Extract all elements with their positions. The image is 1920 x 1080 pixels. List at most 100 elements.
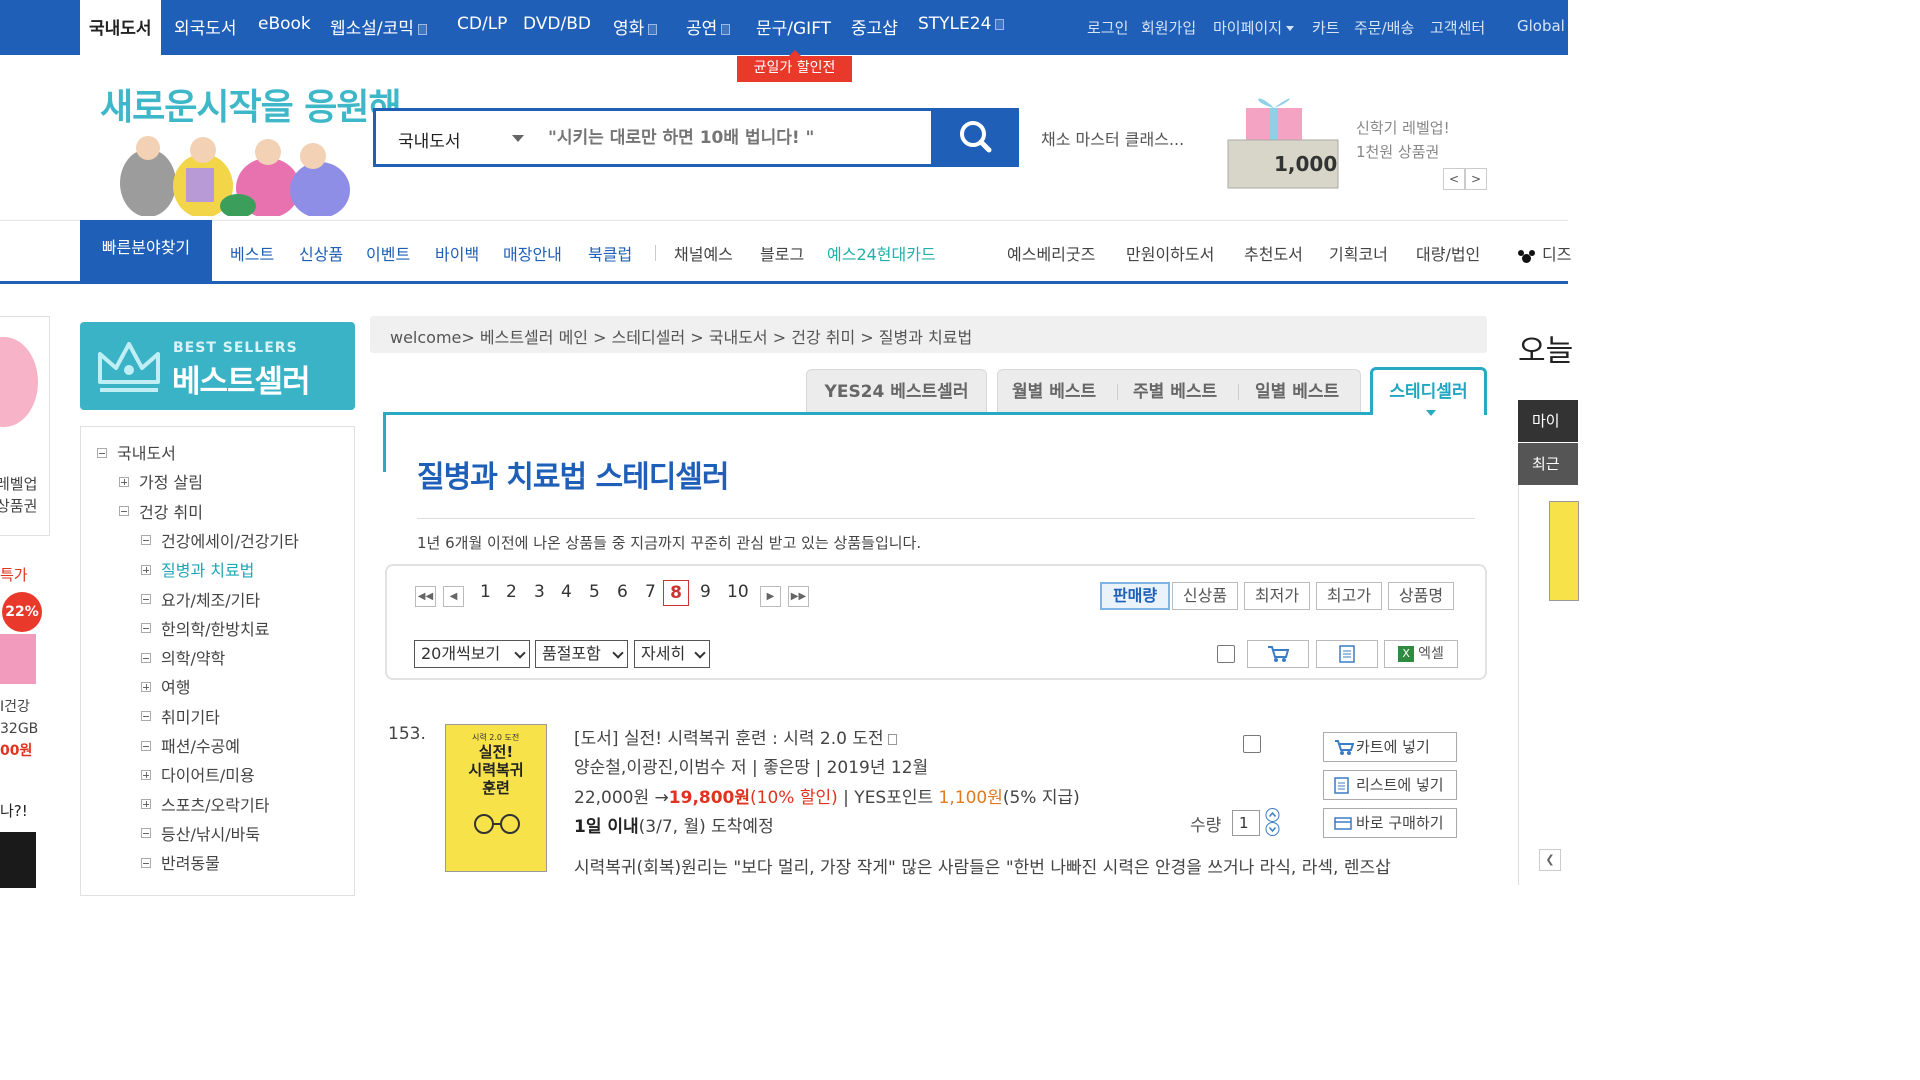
select-all-checkbox[interactable] — [1217, 645, 1235, 663]
cat-new[interactable]: 신상품 — [299, 241, 343, 265]
util-global[interactable]: Global — [1517, 17, 1565, 35]
recent-book-thumb[interactable] — [1549, 501, 1579, 601]
quantity-stepper[interactable] — [1264, 808, 1281, 836]
recommended-keyword[interactable]: 채소 마스터 클래스... — [1041, 126, 1184, 150]
expand-icon[interactable] — [141, 681, 151, 692]
page-link[interactable]: 4 — [561, 582, 572, 602]
page-link[interactable]: 6 — [617, 582, 628, 602]
page-link[interactable]: 5 — [589, 582, 600, 602]
view-mode-select[interactable]: 자세히 — [634, 640, 710, 668]
tree-item[interactable]: 스포츠/오락기타 — [141, 792, 269, 816]
recent-items-button[interactable]: 최근 — [1518, 443, 1578, 485]
buy-now-button[interactable]: 바로 구매하기 — [1323, 808, 1457, 838]
expand-icon[interactable] — [141, 769, 151, 780]
tab-steady-seller[interactable]: 스테디셀러 — [1370, 367, 1487, 416]
sort-highest-price[interactable]: 최고가 — [1316, 582, 1382, 610]
cat-disney[interactable]: 디즈 — [1518, 241, 1571, 265]
promo-prev-button[interactable]: < — [1443, 168, 1465, 190]
gnb-performance[interactable]: 공연 — [686, 14, 731, 39]
tab-weekly-best[interactable]: 주별 베스트 — [1133, 370, 1217, 414]
campaign-logo[interactable]: 새로운시작을 응원해 — [100, 78, 402, 130]
left-edge-banner[interactable]: 레벨업 상품권 — [0, 316, 50, 536]
page-current[interactable]: 8 — [663, 580, 689, 606]
search-input[interactable] — [548, 119, 928, 157]
page-link[interactable]: 2 — [506, 582, 517, 602]
book-cover-image[interactable]: 시력 2.0 도전 실전! 시력복귀 훈련 — [445, 724, 547, 872]
collapse-icon[interactable] — [141, 535, 151, 546]
tab-monthly-best[interactable]: 월별 베스트 — [1012, 370, 1096, 414]
util-signup[interactable]: 회원가입 — [1141, 17, 1196, 38]
my-menu-button[interactable]: 마이 — [1518, 400, 1578, 442]
cat-buyback[interactable]: 바이백 — [435, 241, 479, 265]
tree-item[interactable]: 건강 취미 — [119, 499, 203, 523]
page-link[interactable]: 3 — [534, 582, 545, 602]
collapse-icon[interactable] — [141, 828, 151, 839]
collapse-icon[interactable] — [141, 857, 151, 868]
bulk-cart-button[interactable] — [1247, 640, 1309, 668]
gnb-dvd-bd[interactable]: DVD/BD — [523, 14, 591, 34]
gnb-style24[interactable]: STYLE24 — [918, 14, 1005, 34]
quick-category-finder[interactable]: 빠른분야찾기 — [80, 220, 212, 284]
sale-event-badge[interactable]: 균일가 할인전 — [737, 50, 852, 82]
left-edge-deal[interactable]: 특가 22% I건강 32GB 00원 나?! — [0, 548, 50, 888]
cat-channel-yes[interactable]: 채널예스 — [674, 241, 733, 265]
quantity-input[interactable]: 1 — [1232, 810, 1260, 836]
promo-text[interactable]: 신학기 레벨업! 1천원 상품권 — [1356, 116, 1450, 164]
collapse-icon[interactable] — [141, 594, 151, 604]
tree-item[interactable]: 패션/수공예 — [141, 733, 240, 757]
page-link[interactable]: 10 — [727, 582, 749, 602]
tree-item[interactable]: 가정 살림 — [119, 469, 203, 493]
tree-item[interactable]: 질병과 치료법 — [141, 557, 254, 581]
cat-goods[interactable]: 예스베리굿즈 — [1007, 241, 1095, 265]
search-category-select[interactable]: 국내도서 — [398, 127, 461, 152]
tree-item[interactable]: 요가/체조/기타 — [141, 587, 260, 611]
cat-hyundai-card[interactable]: 예스24현대카드 — [827, 241, 936, 265]
tree-item[interactable]: 여행 — [141, 674, 190, 698]
page-link[interactable]: 9 — [700, 582, 711, 602]
bestseller-banner[interactable]: BEST SELLERS 베스트셀러 — [80, 322, 355, 410]
page-link[interactable]: 7 — [645, 582, 656, 602]
first-page-button[interactable]: ◀◀ — [415, 586, 436, 607]
prev-page-button[interactable]: ◀ — [443, 586, 464, 607]
collapse-icon[interactable] — [141, 652, 151, 663]
expand-icon[interactable] — [141, 799, 151, 810]
add-to-cart-button[interactable]: 카트에 넣기 — [1323, 732, 1457, 762]
cat-bookclub[interactable]: 북클럽 — [588, 241, 632, 265]
bulk-list-button[interactable] — [1316, 640, 1378, 668]
breadcrumb[interactable]: welcome> 베스트셀러 메인 > 스테디셀러 > 국내도서 > 건강 취미… — [370, 316, 1487, 353]
gnb-foreign-books[interactable]: 외국도서 — [174, 14, 237, 39]
cat-blog[interactable]: 블로그 — [760, 241, 804, 265]
tree-item[interactable]: 반려동물 — [141, 850, 220, 874]
collapse-icon[interactable] — [119, 506, 129, 517]
sort-lowest-price[interactable]: 최저가 — [1244, 582, 1310, 610]
util-login[interactable]: 로그인 — [1087, 17, 1128, 38]
collapse-icon[interactable] — [141, 623, 151, 634]
tree-item[interactable]: 건강에세이/건강기타 — [141, 528, 299, 552]
add-to-list-button[interactable]: 리스트에 넣기 — [1323, 770, 1457, 800]
cat-store-info[interactable]: 매장안내 — [503, 241, 562, 265]
collapse-icon[interactable] — [141, 711, 151, 722]
tree-item[interactable]: 국내도서 — [97, 440, 176, 464]
prev-arrow-button[interactable]: ❮ — [1539, 849, 1561, 871]
cat-event[interactable]: 이벤트 — [366, 241, 410, 265]
next-page-button[interactable]: ▶ — [760, 586, 781, 607]
gnb-stationery-gift[interactable]: 문구/GIFT — [756, 14, 831, 39]
product-author-publisher[interactable]: 양순철,이광진,이범수 저 | 좋은땅 | 2019년 12월 — [574, 753, 928, 778]
voucher-promo-image[interactable]: 1,000 — [1226, 90, 1340, 190]
gnb-movie[interactable]: 영화 — [613, 14, 658, 39]
new-window-icon[interactable] — [887, 733, 897, 745]
tab-yes24-bestseller[interactable]: YES24 베스트셀러 — [806, 369, 987, 413]
util-cart[interactable]: 카트 — [1312, 17, 1340, 38]
sort-name[interactable]: 상품명 — [1388, 582, 1454, 610]
expand-icon[interactable] — [119, 476, 129, 487]
gnb-webnovel[interactable]: 웹소설/코믹 — [330, 14, 427, 39]
tree-item[interactable]: 취미기타 — [141, 704, 220, 728]
gnb-ebook[interactable]: eBook — [258, 14, 311, 34]
product-title[interactable]: [도서] 실전! 시력복귀 훈련 : 시력 2.0 도전 — [574, 724, 897, 749]
gnb-domestic-books[interactable]: 국내도서 — [80, 0, 161, 55]
cat-best[interactable]: 베스트 — [230, 241, 274, 265]
product-select-checkbox[interactable] — [1243, 735, 1261, 753]
soldout-filter-select[interactable]: 품절포함 — [535, 640, 628, 668]
expand-icon[interactable] — [141, 564, 151, 575]
util-order-delivery[interactable]: 주문/배송 — [1354, 17, 1414, 38]
